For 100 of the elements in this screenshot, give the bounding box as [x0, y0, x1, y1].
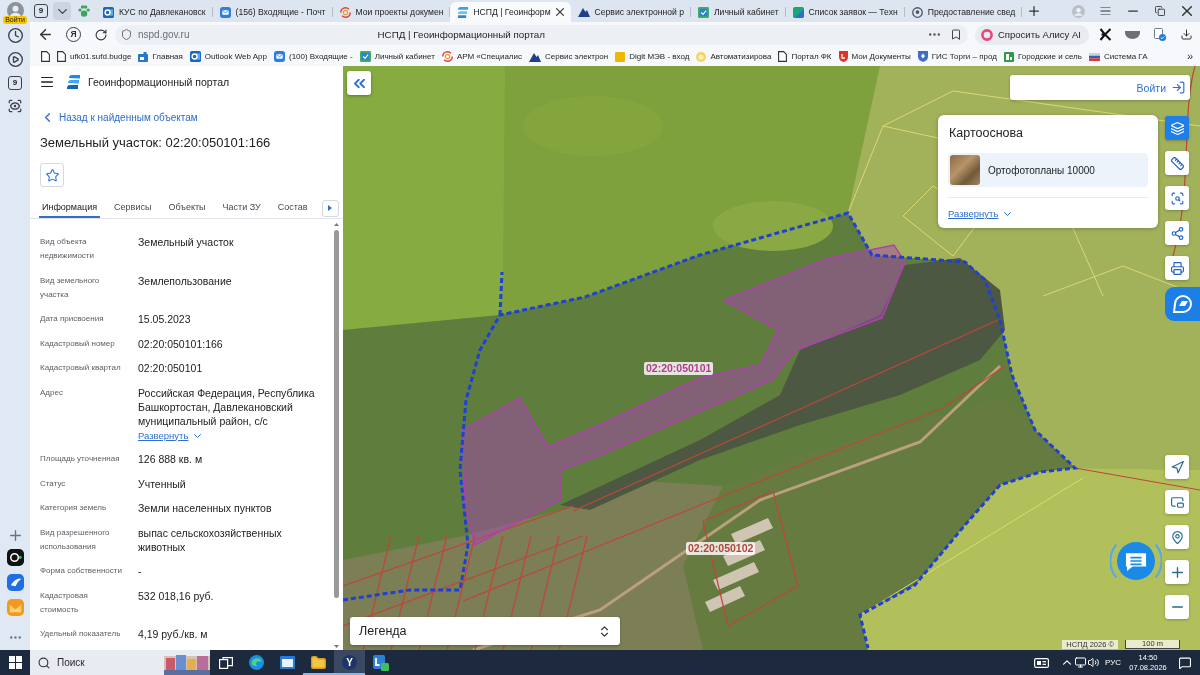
page-title: НСПД | Геоинформационный портал [377, 29, 546, 40]
browser-tab[interactable]: КУС по Давлекановск [96, 2, 213, 22]
ring-tile-icon [103, 6, 114, 18]
scroll-up-icon[interactable] [334, 223, 339, 226]
photo-placeholder [950, 155, 980, 185]
taskbar-app-button[interactable]: Y [334, 650, 365, 675]
browser-tab[interactable]: Личный кабинет [690, 2, 786, 22]
search-input[interactable]: Поиск [57, 653, 157, 672]
bookmark-link[interactable]: Портал ФК [778, 51, 832, 62]
basemap-option[interactable]: Ортофотопланы 10000 [948, 153, 1148, 187]
message-icon [1179, 656, 1191, 669]
stacked-windows-icon [218, 656, 233, 669]
minimap-button[interactable] [1165, 490, 1189, 514]
place-search-button[interactable] [1165, 525, 1189, 549]
split-tile-icon [792, 6, 804, 18]
chat-button[interactable] [1110, 542, 1162, 580]
circle-icon [696, 51, 707, 62]
property-label: Площадь уточненная [40, 453, 121, 465]
side-panel-button[interactable] [1165, 287, 1200, 321]
bookmark-link[interactable]: ГИС Торги – прод [917, 51, 997, 62]
eye-frame-icon[interactable] [8, 99, 22, 113]
document-icon[interactable] [41, 51, 50, 62]
share-button[interactable] [1165, 221, 1189, 245]
envelope-icon [219, 6, 231, 18]
bookmark-link[interactable]: Digit МЭВ - вход [615, 51, 690, 62]
browser-tab[interactable]: Сервис электронной р [570, 2, 691, 22]
property-value: выпас сельскохозяйственных животных [138, 525, 283, 554]
menu-button[interactable] [41, 76, 53, 88]
close-icon[interactable] [555, 8, 564, 16]
ring-tile-icon[interactable] [6, 549, 24, 566]
card-icon [1033, 657, 1049, 668]
more-icon[interactable] [9, 636, 21, 639]
tab-counter-button[interactable]: 9 [34, 4, 48, 18]
browser-tab[interactable]: НСПД | Геоинформ [450, 2, 571, 22]
panel-tab[interactable]: Объекты [165, 198, 209, 218]
swoosh-tile-icon[interactable] [6, 574, 24, 591]
close-icon [1181, 6, 1192, 16]
panel-tab[interactable]: Сервисы [111, 198, 155, 218]
bookmark-link[interactable]: ufk01.sufd.budge [57, 51, 132, 62]
panel-tab[interactable]: Состав [274, 198, 311, 218]
print-button[interactable] [1165, 256, 1189, 280]
property-value: 532 018,16 руб. [138, 588, 214, 603]
bookmark-link[interactable]: Outlook Web App [189, 51, 267, 62]
bookmark-link[interactable]: Система ГА [1088, 52, 1148, 61]
bookmark-link[interactable]: Городские и сель [1003, 51, 1082, 62]
expand-link[interactable]: Развернуть [948, 208, 1012, 220]
ruler-button[interactable] [1165, 151, 1189, 175]
property-value: - [138, 564, 142, 578]
panel-tab[interactable]: Части ЗУ [219, 198, 264, 218]
favorite-button[interactable] [40, 163, 64, 187]
bookmark-icon[interactable] [952, 29, 960, 40]
bookmark-link[interactable]: Личный кабинет [359, 51, 435, 62]
portal-title: Геоинформационный портал [88, 76, 230, 88]
chevron-down-icon [57, 8, 67, 14]
document-icon [57, 51, 66, 62]
tab-list-button[interactable] [53, 2, 71, 20]
speaker-icon [1088, 657, 1099, 668]
back-link[interactable]: Назад к найденным объектам [45, 110, 198, 124]
more-icon[interactable] [929, 33, 940, 36]
url-text[interactable]: nspd.gov.ru [138, 29, 190, 40]
bookmark-link[interactable]: АРМ «Специалис [441, 51, 522, 62]
portal-logo-icon [67, 75, 80, 89]
plus-icon[interactable] [9, 530, 21, 541]
property-value: 02:20:050101:166 [138, 336, 223, 351]
panel-tab[interactable]: Информация [39, 198, 101, 218]
layers-button[interactable] [1165, 116, 1189, 140]
bookmark-link[interactable]: Мои Документы [838, 51, 911, 62]
scroll-down-icon[interactable] [334, 645, 339, 648]
scrollbar-thumb[interactable] [334, 230, 339, 598]
bookmark-link[interactable]: (100) Входящие - [273, 51, 353, 62]
browser-tab[interactable]: Мои проекты докумен [332, 2, 451, 22]
address-field[interactable]: nspd.gov.ru НСПД | Геоинформационный портал [115, 24, 968, 45]
property-value: Учтенный [138, 476, 186, 491]
login-icon [1172, 81, 1185, 94]
area-select-button[interactable] [1165, 186, 1189, 210]
assistant-button[interactable]: Спросить Алису AI [975, 24, 1089, 45]
navigation-arrow-icon [1170, 460, 1184, 474]
expand-link[interactable]: Развернуть [138, 429, 202, 442]
login-button[interactable]: Войти [1136, 81, 1185, 94]
clock-icon[interactable] [7, 28, 23, 43]
locate-button[interactable] [1165, 455, 1189, 479]
bookmark-link[interactable]: Главная [138, 51, 183, 62]
browser-tab[interactable]: (156) Входящие - Почт [212, 2, 333, 22]
zoom-out-button[interactable] [1165, 595, 1189, 619]
play-icon[interactable] [7, 52, 23, 67]
search-bar[interactable]: Поиск [30, 650, 210, 675]
counter-button[interactable]: 9 [8, 76, 22, 90]
browser-tab[interactable]: Предоставление свед [904, 2, 1023, 22]
zoom-in-button[interactable] [1165, 560, 1189, 584]
property-label: Удельный показатель [40, 628, 122, 640]
bookmark-link[interactable]: Автоматизирова [696, 51, 772, 62]
browser-tab[interactable]: Список заявок — Техн [785, 2, 905, 22]
envelope-tile-icon[interactable] [6, 599, 24, 616]
bookmarks-overflow-button[interactable]: » [1182, 51, 1200, 62]
bookmark-link[interactable]: Сервис электрон [529, 51, 609, 62]
language-button[interactable]: РУС [1100, 650, 1126, 675]
property-label: Кадастровая стоимость [40, 589, 89, 616]
legend-select[interactable]: Легенда [350, 617, 620, 645]
scroll-tabs-button[interactable] [321, 199, 339, 217]
collapse-panel-button[interactable] [347, 71, 371, 95]
